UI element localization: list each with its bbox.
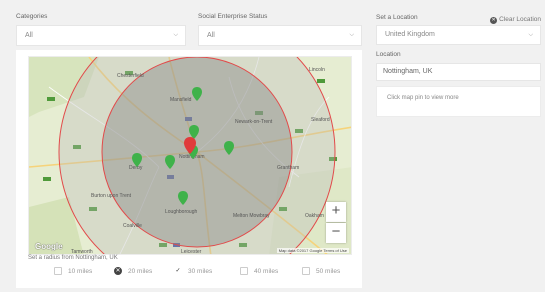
- chevron-down-icon: ⌵: [173, 32, 178, 38]
- map-canvas[interactable]: Chesterfield Mansfield Newark-on-Trent N…: [29, 57, 352, 255]
- map-card: Chesterfield Mansfield Newark-on-Trent N…: [16, 50, 362, 288]
- svg-text:Chesterfield: Chesterfield: [117, 73, 144, 79]
- radius-option-label: 40 miles: [254, 268, 279, 275]
- pin-info-text: Click map pin to view more: [387, 95, 459, 101]
- radius-option-30[interactable]: ✓ 30 miles: [174, 266, 212, 278]
- radius-option-label: 30 miles: [188, 268, 213, 275]
- google-logo: Google: [35, 242, 63, 251]
- map[interactable]: Chesterfield Mansfield Newark-on-Trent N…: [28, 56, 352, 255]
- checkbox-icon: [54, 267, 62, 276]
- status-select[interactable]: All ⌵: [198, 25, 362, 46]
- status-value: All: [207, 32, 215, 39]
- radius-option-50[interactable]: 50 miles: [302, 266, 340, 278]
- checkbox-icon: [302, 267, 310, 276]
- radius-label: Set a radius from Nottingham, UK: [28, 255, 118, 261]
- svg-text:Mansfield: Mansfield: [170, 97, 192, 103]
- radius-option-20[interactable]: ✕ 20 miles: [114, 266, 152, 278]
- svg-text:Coalville: Coalville: [123, 223, 142, 229]
- location-label: Location: [376, 51, 401, 58]
- pin-info-box: Click map pin to view more: [376, 86, 541, 117]
- svg-text:Oakham: Oakham: [305, 213, 324, 219]
- status-filter: Social Enterprise Status: [198, 12, 362, 22]
- zoom-in-button[interactable]: +: [326, 202, 346, 222]
- country-value: United Kingdom: [385, 31, 435, 38]
- svg-text:Melton Mowbray: Melton Mowbray: [233, 213, 270, 219]
- radius-options: 10 miles ✕ 20 miles ✓ 30 miles 40 miles 50…: [54, 266, 354, 278]
- radius-option-40[interactable]: 40 miles: [240, 266, 278, 278]
- svg-text:Sleaford: Sleaford: [311, 117, 330, 123]
- svg-text:Leicester: Leicester: [181, 249, 202, 255]
- zoom-out-button[interactable]: −: [326, 223, 346, 243]
- svg-text:Grantham: Grantham: [277, 165, 299, 171]
- radius-option-label: 20 miles: [128, 268, 153, 275]
- location-panel: Set a Location ✕ Clear Location United Ki…: [376, 12, 541, 117]
- close-circle-icon: ✕: [490, 17, 498, 24]
- country-select[interactable]: United Kingdom ⌵: [376, 25, 541, 45]
- close-circle-icon: ✕: [114, 267, 122, 276]
- svg-text:Lincoln: Lincoln: [309, 67, 325, 73]
- clear-location-label: Clear Location: [499, 16, 541, 23]
- svg-text:Loughborough: Loughborough: [165, 209, 197, 215]
- location-input[interactable]: Nottingham, UK: [376, 63, 541, 81]
- svg-text:Burton upon Trent: Burton upon Trent: [91, 193, 132, 199]
- chevron-down-icon: ⌵: [349, 32, 354, 38]
- filters-row: Categories All ⌵ Social Enterprise Statu…: [16, 12, 362, 48]
- radius-option-label: 50 miles: [316, 268, 341, 275]
- chevron-down-icon: ⌵: [528, 32, 533, 38]
- clear-location-link[interactable]: ✕ Clear Location: [490, 16, 541, 24]
- categories-value: All: [25, 32, 33, 39]
- checkbox-icon: [240, 267, 248, 276]
- check-icon: ✓: [174, 267, 182, 276]
- radius-option-10[interactable]: 10 miles: [54, 266, 92, 278]
- categories-label: Categories: [16, 13, 48, 20]
- map-attribution[interactable]: Map data ©2017 Google Terms of Use: [276, 248, 349, 253]
- location-value: Nottingham, UK: [383, 68, 433, 75]
- categories-filter: Categories: [16, 12, 186, 22]
- svg-text:Derby: Derby: [129, 165, 143, 171]
- status-label: Social Enterprise Status: [198, 13, 268, 20]
- set-location-label: Set a Location: [376, 14, 418, 21]
- radius-option-label: 10 miles: [68, 268, 93, 275]
- categories-select[interactable]: All ⌵: [16, 25, 186, 46]
- svg-text:Newark-on-Trent: Newark-on-Trent: [235, 119, 273, 125]
